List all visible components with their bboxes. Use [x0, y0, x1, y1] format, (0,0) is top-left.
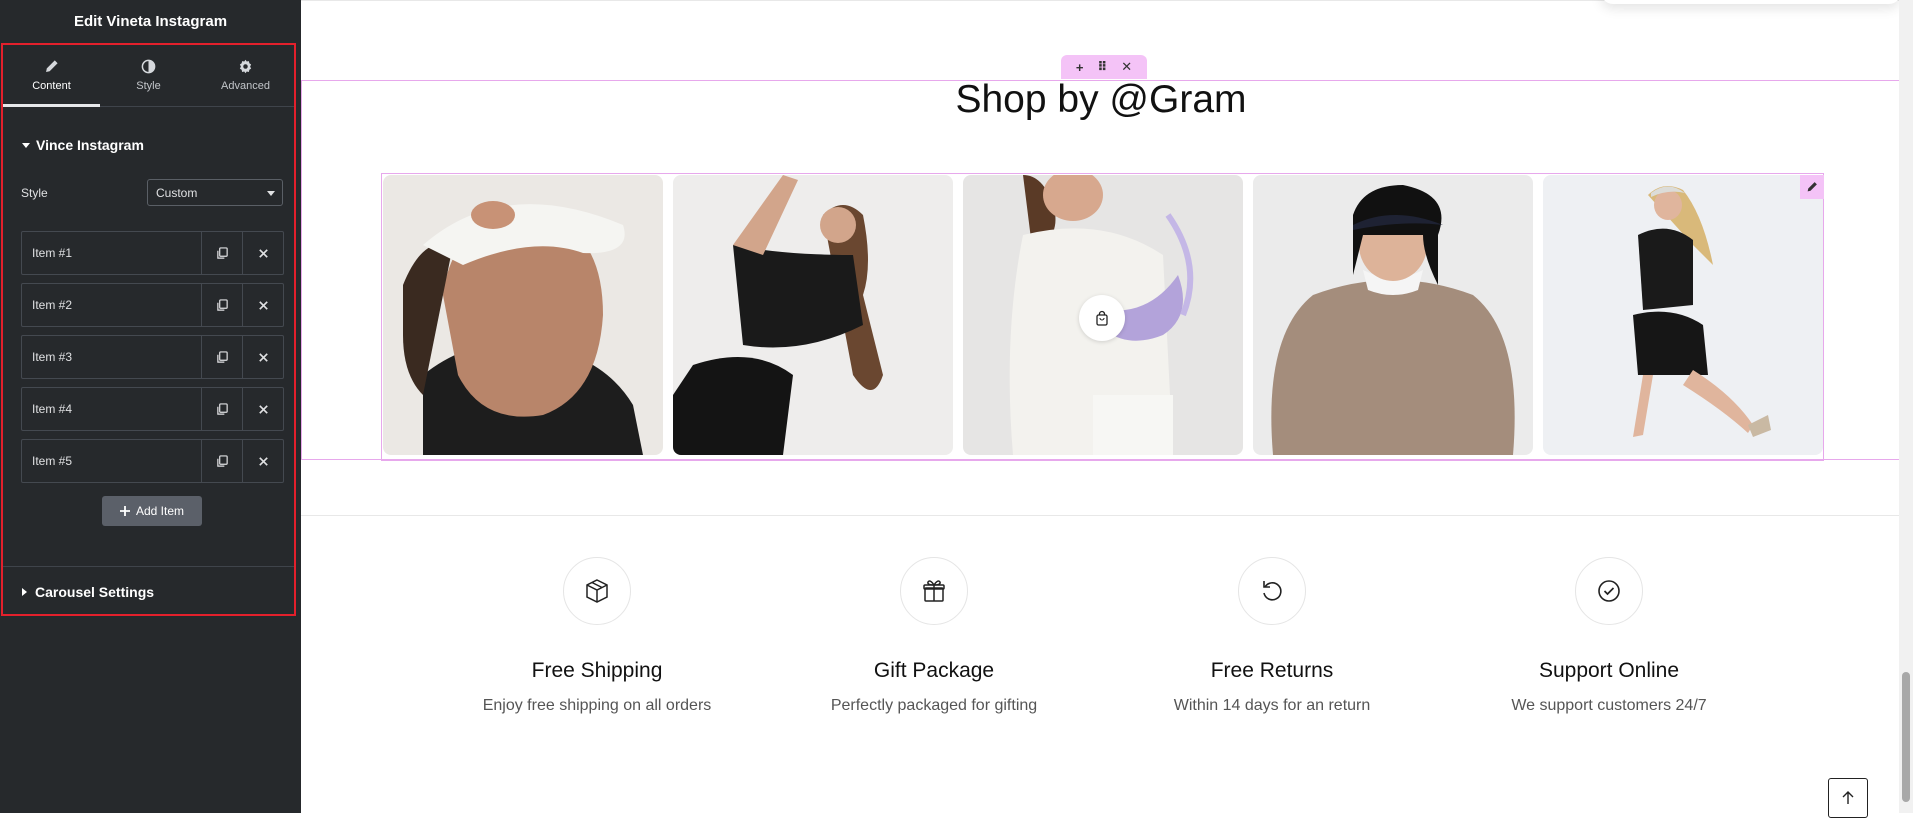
- close-icon: [258, 456, 268, 466]
- close-icon: [258, 404, 268, 414]
- feature-title: Support Online: [1538, 659, 1680, 682]
- repeater-item-title[interactable]: Item #4: [22, 388, 201, 430]
- pencil-icon: [46, 60, 58, 72]
- remove-button[interactable]: [242, 388, 283, 430]
- close-icon: [258, 352, 268, 362]
- carousel-title-label: Carousel Settings: [35, 584, 155, 600]
- tab-content[interactable]: Content: [3, 45, 100, 107]
- drag-icon[interactable]: ⠿: [1097, 59, 1107, 75]
- edit-widget-button[interactable]: [1800, 175, 1824, 199]
- preview-canvas: + ⠿ ✕ Shop by @Gram Free Shipping Enjoy …: [301, 0, 1913, 818]
- duplicate-button[interactable]: [201, 336, 242, 378]
- plus-icon[interactable]: +: [1076, 60, 1084, 75]
- remove-button[interactable]: [242, 284, 283, 326]
- copy-icon: [216, 350, 228, 363]
- style-control: Style Custom: [21, 179, 283, 207]
- repeater-item-title[interactable]: Item #1: [22, 232, 201, 274]
- copy-icon: [216, 246, 228, 259]
- feature-title: Free Returns: [1210, 659, 1334, 682]
- tab-content-label: Content: [32, 80, 71, 92]
- feature-title: Gift Package: [873, 659, 995, 682]
- style-select-value: Custom: [156, 186, 198, 200]
- style-label: Style: [21, 186, 48, 200]
- feature-description: Within 14 days for an return: [1173, 697, 1371, 714]
- pencil-icon: [1807, 182, 1817, 192]
- repeater-item: Item #4: [21, 387, 284, 431]
- feature-title: Free Shipping: [531, 659, 663, 682]
- scrollbar[interactable]: [1899, 0, 1913, 813]
- remove-button[interactable]: [242, 232, 283, 274]
- feature-icon-wrap: [563, 557, 631, 625]
- instagram-photo[interactable]: [673, 175, 953, 455]
- feature-gift-package: Gift Package Perfectly packaged for gift…: [764, 557, 1104, 715]
- copy-icon: [216, 454, 228, 467]
- section-handle[interactable]: + ⠿ ✕: [1061, 55, 1147, 79]
- gift-icon: [923, 580, 945, 602]
- check-badge-icon: [1598, 580, 1620, 602]
- tab-advanced-label: Advanced: [221, 80, 270, 92]
- chevron-down-icon: [267, 191, 275, 196]
- feature-free-shipping: Free Shipping Enjoy free shipping on all…: [427, 557, 767, 715]
- remove-button[interactable]: [242, 336, 283, 378]
- section-heading: Shop by @Gram: [955, 78, 1247, 121]
- tab-style-label: Style: [136, 80, 161, 92]
- return-icon: [1263, 581, 1282, 601]
- shop-bag-button[interactable]: [1079, 295, 1125, 341]
- close-icon[interactable]: ✕: [1121, 59, 1132, 75]
- panel-title: Edit Vineta Instagram: [73, 13, 228, 30]
- add-item-button[interactable]: Add Item: [102, 496, 202, 526]
- divider: [301, 515, 1899, 516]
- repeater-item: Item #5: [21, 439, 284, 483]
- add-item-label: Add Item: [135, 504, 185, 518]
- repeater-item: Item #3: [21, 335, 284, 379]
- shopping-bag-icon: [1096, 310, 1108, 326]
- duplicate-button[interactable]: [201, 284, 242, 326]
- divider: [3, 566, 294, 567]
- feature-description: Enjoy free shipping on all orders: [482, 697, 712, 714]
- arrow-up-icon: [1842, 791, 1854, 804]
- feature-icon-wrap: [1238, 557, 1306, 625]
- caret-down-icon: [22, 142, 30, 148]
- duplicate-button[interactable]: [201, 440, 242, 482]
- repeater-item: Item #1: [21, 231, 284, 275]
- close-icon: [258, 300, 268, 310]
- repeater-item-title[interactable]: Item #3: [22, 336, 201, 378]
- feature-description: Perfectly packaged for gifting: [830, 697, 1038, 714]
- remove-button[interactable]: [242, 440, 283, 482]
- plus-icon: [119, 506, 130, 516]
- header-shadow: [1601, 0, 1901, 4]
- feature-free-returns: Free Returns Within 14 days for an retur…: [1102, 557, 1442, 715]
- repeater-item-title[interactable]: Item #5: [22, 440, 201, 482]
- style-select[interactable]: Custom: [147, 179, 283, 206]
- box-icon: [586, 579, 608, 603]
- section-title-label: Vince Instagram: [36, 137, 144, 153]
- tab-style[interactable]: Style: [100, 45, 197, 106]
- instagram-photo[interactable]: [1543, 175, 1823, 455]
- editor-panel: Edit Vineta Instagram Content Style Adva…: [0, 0, 301, 813]
- close-icon: [258, 248, 268, 258]
- scrollbar-thumb[interactable]: [1902, 672, 1910, 802]
- section-toggle-vince-instagram[interactable]: Vince Instagram: [22, 137, 144, 153]
- copy-icon: [216, 402, 228, 415]
- gear-icon: [239, 59, 252, 74]
- feature-icon-wrap: [900, 557, 968, 625]
- repeater-item-title[interactable]: Item #2: [22, 284, 201, 326]
- contrast-icon: [141, 59, 156, 74]
- back-to-top-button[interactable]: [1828, 778, 1868, 818]
- instagram-photo[interactable]: [1253, 175, 1533, 455]
- feature-description: We support customers 24/7: [1511, 697, 1707, 714]
- duplicate-button[interactable]: [201, 388, 242, 430]
- caret-right-icon: [22, 588, 27, 596]
- repeater-items: Item #1 Item #2 Item #3 Item #4 Item #5: [21, 231, 284, 491]
- tab-advanced[interactable]: Advanced: [197, 45, 294, 106]
- instagram-photo[interactable]: [383, 175, 663, 455]
- repeater-item: Item #2: [21, 283, 284, 327]
- panel-content-highlight: Content Style Advanced Vince Instagram S…: [1, 43, 296, 616]
- panel-tabs: Content Style Advanced: [3, 45, 294, 107]
- section-toggle-carousel-settings[interactable]: Carousel Settings: [22, 584, 154, 600]
- copy-icon: [216, 298, 228, 311]
- feature-support-online: Support Online We support customers 24/7: [1439, 557, 1779, 715]
- duplicate-button[interactable]: [201, 232, 242, 274]
- feature-icon-wrap: [1575, 557, 1643, 625]
